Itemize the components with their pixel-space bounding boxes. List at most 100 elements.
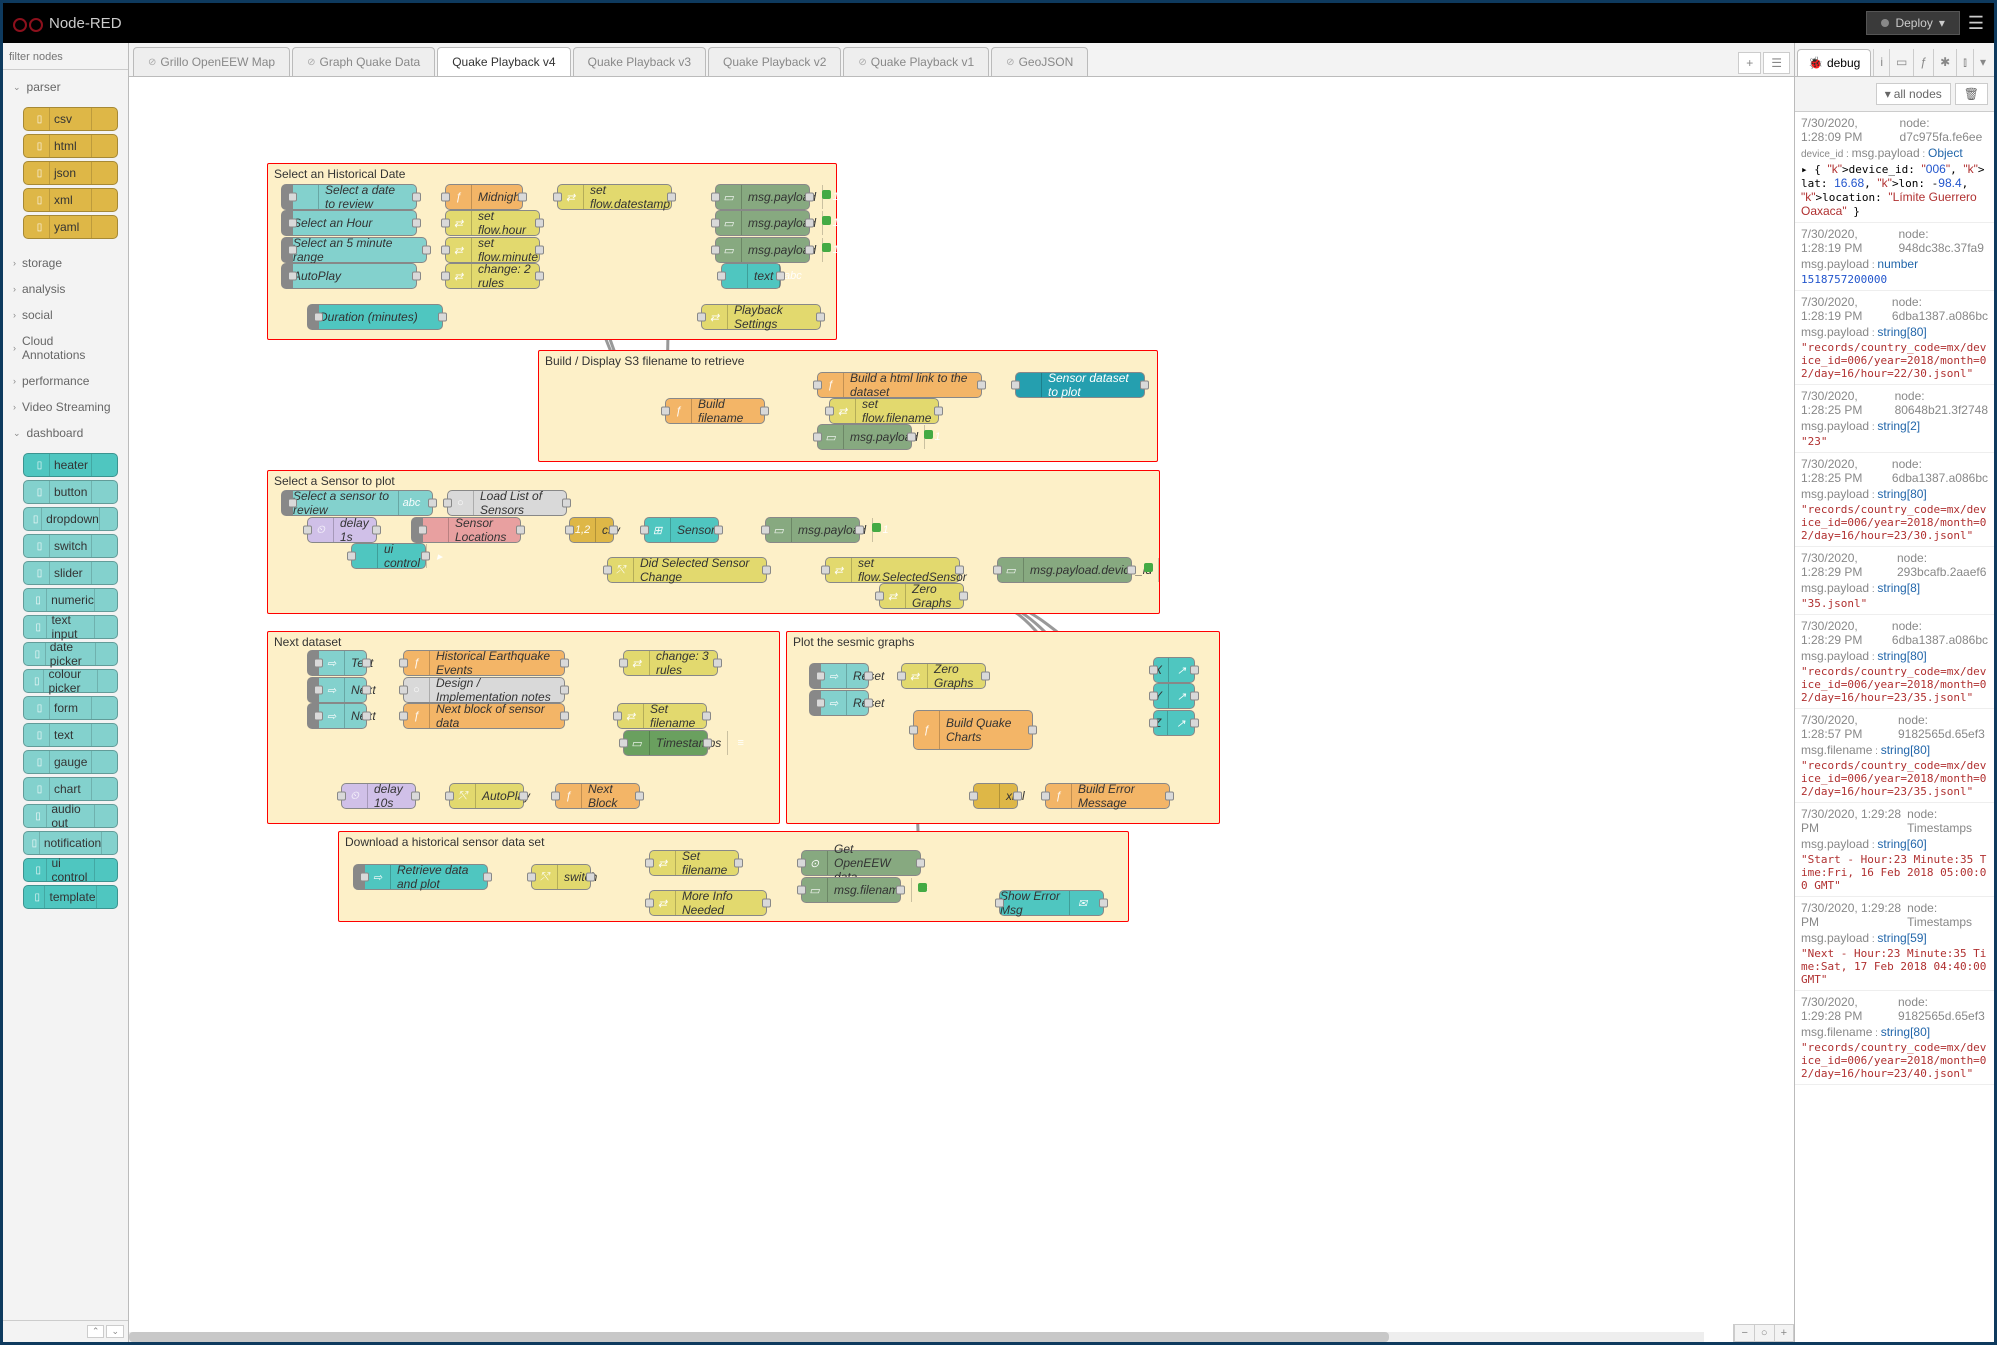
output-port[interactable] [1127, 566, 1136, 575]
input-port[interactable] [288, 193, 297, 202]
output-port[interactable] [776, 272, 785, 281]
palette-node-date-picker[interactable]: ▯date picker [23, 642, 118, 666]
palette-node-notification[interactable]: ▯notification [23, 831, 118, 855]
palette-node-button[interactable]: ▯button [23, 480, 118, 504]
flow-node-csv[interactable]: 1,2csv [569, 517, 614, 543]
input-port[interactable] [441, 219, 450, 228]
flow-node-msg.payload[interactable]: ▭msg.payload1 [715, 237, 810, 263]
debug-message[interactable]: 7/30/2020, 1:28:19 PMnode: 948dc38c.37fa… [1795, 223, 1994, 291]
chart-icon[interactable]: ⫾ [1956, 49, 1973, 76]
flow-node-set-flow.hour[interactable]: ⇄set flow.hour [445, 210, 540, 236]
flow-node-AutoPlay[interactable]: ⤲AutoPlay [449, 783, 524, 809]
output-port[interactable] [734, 859, 743, 868]
output-port[interactable] [1190, 666, 1199, 675]
input-port[interactable] [813, 433, 822, 442]
flow-node-Historical-Earthquake-Events[interactable]: ƒHistorical Earthquake Events [403, 650, 565, 676]
debug-message[interactable]: 7/30/2020, 1:28:19 PMnode: 6dba1387.a086… [1795, 291, 1994, 385]
input-port[interactable] [1011, 381, 1020, 390]
output-port[interactable] [762, 566, 771, 575]
output-port[interactable] [635, 792, 644, 801]
debug-message[interactable]: 7/30/2020, 1:28:25 PMnode: 80648b21.3f27… [1795, 385, 1994, 453]
palette-node-switch[interactable]: ▯switch [23, 534, 118, 558]
output-port[interactable] [412, 219, 421, 228]
output-port[interactable] [1140, 381, 1149, 390]
flow-node-Reset[interactable]: ⇨Reset [809, 690, 869, 716]
palette-node-csv[interactable]: ▯csv [23, 107, 118, 131]
flow-node-Reset[interactable]: ⇨Reset [809, 663, 869, 689]
input-port[interactable] [816, 699, 825, 708]
input-port[interactable] [441, 272, 450, 281]
debug-message[interactable]: 7/30/2020, 1:29:28 PMnode: Timestamps ms… [1795, 803, 1994, 897]
flow-node-Set-filename[interactable]: ⇄Set filename [649, 850, 739, 876]
input-port[interactable] [897, 672, 906, 681]
flow-node-xml[interactable]: xml [973, 783, 1018, 809]
input-port[interactable] [813, 381, 822, 390]
input-port[interactable] [619, 739, 628, 748]
flow-node-Midnight[interactable]: ƒMidnight [445, 184, 523, 210]
flow-tab-GeoJSON[interactable]: ⊘GeoJSON [991, 47, 1088, 76]
output-port[interactable] [1190, 692, 1199, 701]
input-port[interactable] [565, 526, 574, 535]
flow-node-msg.filename[interactable]: ▭msg.filename≡ [801, 877, 901, 903]
debug-message[interactable]: 7/30/2020, 1:28:29 PMnode: 293bcafb.2aae… [1795, 547, 1994, 615]
input-port[interactable] [337, 792, 346, 801]
palette-node-yaml[interactable]: ▯yaml [23, 215, 118, 239]
output-port[interactable] [981, 672, 990, 681]
flow-node-Sensors[interactable]: ⊞Sensors [644, 517, 719, 543]
input-port[interactable] [619, 659, 628, 668]
output-port[interactable] [955, 566, 964, 575]
output-port[interactable] [518, 193, 527, 202]
palette-node-heater[interactable]: ▯heater [23, 453, 118, 477]
palette-category-dashboard[interactable]: ⌄ dashboard [3, 420, 128, 446]
flow-node-Build-filename[interactable]: ƒBuild filename [665, 398, 765, 424]
input-port[interactable] [288, 219, 297, 228]
palette-node-xml[interactable]: ▯xml [23, 188, 118, 212]
input-port[interactable] [661, 407, 670, 416]
palette-category-performance[interactable]: › performance [3, 368, 128, 394]
output-port[interactable] [805, 219, 814, 228]
input-port[interactable] [797, 886, 806, 895]
input-port[interactable] [640, 526, 649, 535]
flow-node-Set-filename[interactable]: ⇄Set filename [617, 703, 707, 729]
palette-category-parser[interactable]: ⌄ parser [3, 74, 128, 100]
output-port[interactable] [855, 526, 864, 535]
flow-tab-Graph-Quake-Data[interactable]: ⊘Graph Quake Data [292, 47, 435, 76]
horizontal-scrollbar[interactable] [129, 1332, 1704, 1342]
flow-node-Load-List-of-Sensors[interactable]: ○Load List of Sensors [447, 490, 567, 516]
palette-node-slider[interactable]: ▯slider [23, 561, 118, 585]
input-port[interactable] [711, 246, 720, 255]
flow-node-msg.payload[interactable]: ▭msg.payload1 [715, 184, 810, 210]
clear-debug-button[interactable]: 🗑 [1955, 83, 1988, 105]
debug-message[interactable]: 7/30/2020, 1:28:29 PMnode: 6dba1387.a086… [1795, 615, 1994, 709]
output-port[interactable] [560, 659, 569, 668]
output-port[interactable] [1165, 792, 1174, 801]
output-port[interactable] [412, 193, 421, 202]
output-port[interactable] [703, 739, 712, 748]
palette-node-text[interactable]: ▯text [23, 723, 118, 747]
input-port[interactable] [360, 873, 369, 882]
outline-icon[interactable]: ƒ [1913, 49, 1933, 76]
flow-node-msg.payload[interactable]: ▭msg.payload1 [817, 424, 912, 450]
input-port[interactable] [399, 686, 408, 695]
flow-node-Timestamps[interactable]: ▭Timestamps≡ [623, 730, 708, 756]
palette-category-Video-Streaming[interactable]: › Video Streaming [3, 394, 128, 420]
list-tabs-button[interactable]: ☰ [1763, 52, 1790, 74]
flow-node-set-flow.filename[interactable]: ⇄set flow.filename [829, 398, 939, 424]
output-port[interactable] [535, 246, 544, 255]
output-port[interactable] [412, 272, 421, 281]
input-port[interactable] [603, 566, 612, 575]
output-port[interactable] [1190, 719, 1199, 728]
flow-tab-Grillo-OpenEEW-Map[interactable]: ⊘Grillo OpenEEW Map [133, 47, 290, 76]
flow-node-Show-Error-Msg[interactable]: Show Error Msg✉ [999, 890, 1104, 916]
palette-collapse-icon[interactable]: ⌃ [87, 1325, 105, 1338]
book-icon[interactable]: ▭ [1889, 49, 1913, 76]
output-port[interactable] [372, 526, 381, 535]
output-port[interactable] [535, 272, 544, 281]
output-port[interactable] [586, 873, 595, 882]
input-port[interactable] [288, 272, 297, 281]
input-port[interactable] [875, 592, 884, 601]
flow-node-Select-a-date-to-review[interactable]: Select a date to review [281, 184, 417, 210]
flow-node-msg.payload[interactable]: ▭msg.payload1 [765, 517, 860, 543]
palette-node-chart[interactable]: ▯chart [23, 777, 118, 801]
input-port[interactable] [441, 246, 450, 255]
